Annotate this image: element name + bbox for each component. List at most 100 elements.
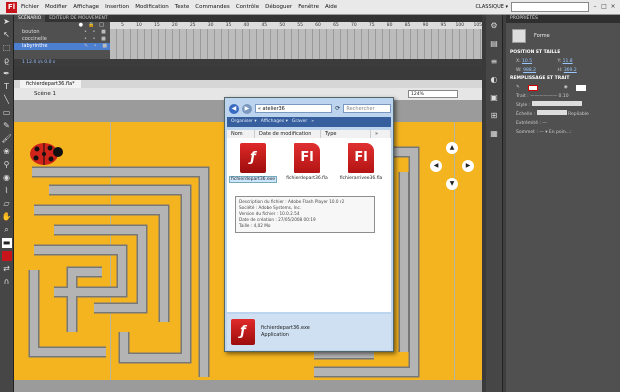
layer-flags[interactable]: • • ■	[84, 36, 110, 43]
close-button[interactable]: ×	[610, 4, 616, 10]
extremite-row[interactable]: Extrémité : —	[506, 119, 620, 128]
menu-deboguer[interactable]: Déboguer	[265, 4, 292, 10]
menu-texte[interactable]: Texte	[175, 4, 190, 10]
color-panel-icon[interactable]: ◐	[489, 75, 499, 85]
section-fill-stroke[interactable]: REMPLISSAGE ET TRAIT	[506, 75, 620, 83]
scale-row: Échelle : Repliable	[506, 110, 620, 119]
menu-affichage[interactable]: Affichage	[73, 4, 99, 10]
brush-tool-icon[interactable]: 🖌	[2, 134, 12, 144]
x-label: X:	[516, 59, 521, 64]
address-input[interactable]: « atelier36	[254, 104, 333, 113]
col-name[interactable]: Nom	[227, 130, 255, 138]
rectangle-tool-icon[interactable]: ▭	[2, 108, 12, 118]
maximize-button[interactable]: □	[601, 4, 607, 10]
hand-tool-icon[interactable]: ✋	[2, 212, 12, 222]
help-search-input[interactable]	[511, 2, 589, 12]
scene-label[interactable]: Scène 1	[34, 91, 56, 97]
menu-fenetre[interactable]: Fenêtre	[298, 4, 319, 10]
info-panel-icon[interactable]: ▣	[489, 93, 499, 103]
style-select[interactable]	[531, 101, 582, 106]
trait-value[interactable]: 0.10	[559, 94, 569, 99]
pen-tool-icon[interactable]: ✒	[2, 69, 12, 79]
outline-icon[interactable]: □	[99, 22, 104, 29]
tab-scenario[interactable]: SCÉNARIO	[14, 15, 46, 22]
layer-row[interactable]: bouton • • ■	[14, 29, 110, 36]
pencil-tool-icon[interactable]: ✎	[2, 121, 12, 131]
trait-slider[interactable]: ——————	[530, 94, 557, 99]
menu-commandes[interactable]: Commandes	[195, 4, 230, 10]
swap-colors-icon[interactable]: ⇄	[2, 264, 12, 274]
section-position[interactable]: POSITION ET TAILLE	[506, 49, 620, 57]
w-value[interactable]: 988.2	[523, 68, 536, 73]
paint-bucket-icon[interactable]: ◉	[2, 173, 12, 183]
more-button[interactable]: »	[311, 117, 314, 127]
menu-controle[interactable]: Contrôle	[236, 4, 259, 10]
stroke-color-swatch[interactable]	[527, 84, 538, 91]
organize-button[interactable]: Organiser ▾	[231, 117, 257, 127]
deco-tool-icon[interactable]: ❀	[2, 147, 12, 157]
text-tool-icon[interactable]: T	[2, 82, 12, 92]
file-item[interactable]: ƒ fichierdepart36.exe	[229, 143, 277, 183]
views-button[interactable]: Affichages ▾	[261, 117, 288, 127]
scale-select[interactable]	[536, 110, 567, 115]
fill-color-icon[interactable]	[1, 251, 12, 261]
layer-row[interactable]: coccinelle • • ■	[14, 36, 110, 43]
snap-icon[interactable]: ∩	[2, 277, 12, 287]
frame-number: 100	[455, 23, 465, 28]
menu-aide[interactable]: Aide	[325, 4, 337, 10]
col-modified[interactable]: Date de modification	[255, 130, 321, 138]
zoom-select[interactable]: 124%	[408, 90, 458, 98]
menu-fichier[interactable]: Fichier	[21, 4, 39, 10]
forward-icon[interactable]: ▶	[241, 103, 252, 114]
lasso-tool-icon[interactable]: ϱ	[2, 56, 12, 66]
stroke-color-icon[interactable]: ▬	[1, 238, 12, 248]
transform-panel-icon[interactable]: ⊞	[489, 111, 499, 121]
y-value[interactable]: 11.8	[563, 59, 573, 64]
repliable-checkbox[interactable]: Repliable	[568, 112, 589, 117]
lock-icon[interactable]: 🔒	[88, 22, 94, 29]
arrow-up-button[interactable]: ▲	[446, 142, 458, 154]
align-panel-icon[interactable]: ≡	[489, 57, 499, 67]
menu-insertion[interactable]: Insertion	[105, 4, 129, 10]
document-tab[interactable]: fichierdepart36.fla*	[20, 80, 81, 88]
eraser-tool-icon[interactable]: ▱	[2, 199, 12, 209]
eyedropper-icon[interactable]: ⌇	[2, 186, 12, 196]
col-type[interactable]: Type	[321, 130, 371, 138]
h-value[interactable]: 369.2	[564, 68, 577, 73]
library-panel-icon[interactable]: ▤	[489, 39, 499, 49]
menu-modifier[interactable]: Modifier	[45, 4, 67, 10]
explorer-window: ◀ ▶ « atelier36 ⟳ Rechercher Organiser ▾…	[224, 97, 394, 352]
ladybug-icon[interactable]	[26, 138, 64, 168]
bone-tool-icon[interactable]: ⚲	[2, 160, 12, 170]
tab-motion-editor[interactable]: EDITEUR DE MOUVEMENT	[45, 15, 111, 22]
transform-tool-icon[interactable]: ⬚	[2, 43, 12, 53]
arrow-down-button[interactable]: ▼	[446, 178, 458, 190]
file-item[interactable]: Fl fichierdepart36.fla	[283, 143, 331, 181]
sommet-row[interactable]: Sommet : — ▾ En poin...:	[506, 128, 620, 137]
menu-modification[interactable]: Modification	[135, 4, 169, 10]
frames-grid[interactable]: 5 10 15 20 25 30 35 40 45 50 55 60 65 70…	[110, 22, 482, 59]
swatches-panel-icon[interactable]: ▦	[489, 129, 499, 139]
zoom-tool-icon[interactable]: ⌕	[2, 225, 12, 235]
search-input[interactable]: Rechercher	[343, 104, 391, 113]
layer-flags[interactable]: • • ■	[84, 29, 110, 36]
back-icon[interactable]: ◀	[229, 103, 239, 114]
file-name: fichierdepart36.exe	[229, 176, 277, 183]
minimize-button[interactable]: –	[592, 4, 598, 10]
file-item[interactable]: Fl fichierarrivee36.fla	[337, 143, 385, 181]
layer-row-selected[interactable]: labyrinthe ✎ • ■	[14, 43, 110, 50]
arrow-right-button[interactable]: ▶	[462, 160, 474, 172]
col-more[interactable]: »	[371, 130, 391, 138]
properties-panel-icon[interactable]: ⚙	[489, 21, 499, 31]
selection-tool-icon[interactable]: ➤	[2, 17, 12, 27]
workspace-selector[interactable]: CLASSIQUE ▾	[476, 4, 509, 10]
refresh-icon[interactable]: ⟳	[335, 105, 340, 112]
x-value[interactable]: 10.5	[522, 59, 532, 64]
arrow-left-button[interactable]: ◀	[430, 160, 442, 172]
burn-button[interactable]: Graver	[292, 117, 307, 127]
layer-name: labyrinthe	[22, 43, 48, 49]
line-tool-icon[interactable]: ╲	[2, 95, 12, 105]
subselection-tool-icon[interactable]: ↖	[2, 30, 12, 40]
eye-icon[interactable]: ●	[79, 22, 83, 29]
fill-color-swatch[interactable]	[575, 84, 586, 91]
